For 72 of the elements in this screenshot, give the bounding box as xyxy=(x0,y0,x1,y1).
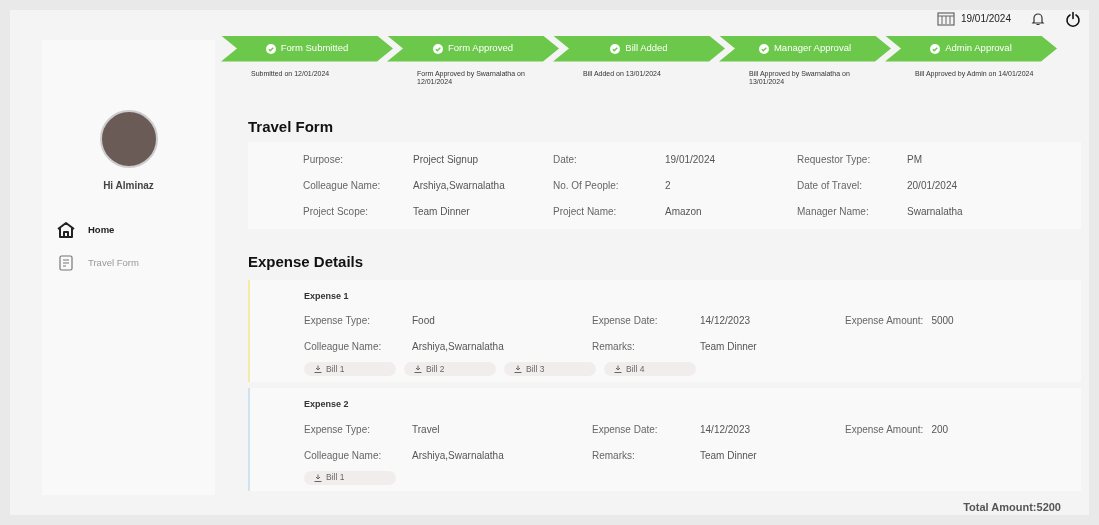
nav-link[interactable]: Home xyxy=(56,221,215,239)
download-icon xyxy=(414,365,422,373)
field-value: Team Dinner xyxy=(700,340,758,354)
field-label: Manager Name: xyxy=(797,205,870,219)
field-value: 5000 xyxy=(931,314,954,328)
section-title: Travel Form xyxy=(248,116,335,137)
expense-title: Expense 2 xyxy=(304,398,350,411)
field-value: Project Signup xyxy=(413,153,480,167)
field-label: No. Of People: xyxy=(553,179,620,193)
field-label: Expense Type: xyxy=(304,422,371,437)
field-label: Purpose: xyxy=(303,153,345,167)
field-value: Arshiya,Swarnalatha xyxy=(412,340,505,354)
download-icon xyxy=(314,473,322,482)
field-label: Remarks: xyxy=(592,340,636,354)
power-icon[interactable] xyxy=(1065,10,1081,27)
field-label: Expense Amount: xyxy=(845,314,924,328)
home-icon xyxy=(56,221,76,239)
field-value: Arshiya,Swarnalatha xyxy=(413,179,506,193)
field-label: Requestor Type: xyxy=(797,153,872,167)
bill-download-button[interactable]: Bill 1 xyxy=(304,470,396,485)
progress-step: Manager Approval xyxy=(719,35,891,62)
field-label: Expense Type: xyxy=(304,314,371,328)
field-label: Project Scope: xyxy=(303,205,370,219)
field-value: 14/12/2023 xyxy=(700,314,752,328)
field-label: Remarks: xyxy=(592,448,636,463)
expense-title: Expense 1 xyxy=(304,289,350,303)
progress-step: Bill Added xyxy=(553,35,725,62)
field-label: Colleague Name: xyxy=(303,179,382,193)
field-value: Team Dinner xyxy=(700,448,758,463)
notification-bell-icon[interactable] xyxy=(1031,11,1045,26)
greeting: Hi Alminaz xyxy=(103,179,154,193)
calendar-icon xyxy=(936,11,955,26)
progress-step: Admin Approval xyxy=(885,35,1057,62)
check-circle-icon xyxy=(433,43,443,54)
field-label: Date of Travel: xyxy=(797,179,864,193)
field-value: Team Dinner xyxy=(413,205,471,219)
check-circle-icon xyxy=(758,43,769,54)
field-label: Colleague Name: xyxy=(304,340,383,354)
bill-download-button[interactable]: Bill 3 xyxy=(504,362,596,376)
nav-link[interactable]: Travel Form xyxy=(56,255,215,271)
check-circle-icon xyxy=(930,43,941,54)
current-date: 19/01/2024 xyxy=(960,12,1011,27)
bill-download-button[interactable]: Bill 1 xyxy=(304,362,396,376)
field-value: Food xyxy=(412,314,436,328)
check-circle-icon xyxy=(265,43,276,54)
section-title: Expense Details xyxy=(248,252,365,272)
check-circle-icon xyxy=(610,43,621,54)
bill-download-button[interactable]: Bill 4 xyxy=(604,362,696,376)
field-label: Colleague Name: xyxy=(304,448,383,463)
download-icon xyxy=(614,365,622,373)
field-label: Expense Amount: xyxy=(845,422,924,437)
field-value: 19/01/2024 xyxy=(665,153,717,167)
progress-step: Form Submitted xyxy=(221,35,393,62)
field-label: Expense Date: xyxy=(592,314,659,328)
progress-step: Form Approved xyxy=(387,35,559,62)
download-icon xyxy=(514,365,522,373)
field-value: PM xyxy=(907,153,923,167)
field-label: Project Name: xyxy=(553,205,618,219)
bill-download-button[interactable]: Bill 2 xyxy=(404,362,496,376)
field-value: 200 xyxy=(931,422,949,437)
field-label: Expense Date: xyxy=(592,422,659,437)
field-label: Date: xyxy=(553,153,578,167)
field-value: Arshiya,Swarnalatha xyxy=(412,448,505,463)
total-amount: Total Amount:5200 xyxy=(963,499,1061,515)
field-value: 2 xyxy=(665,179,672,193)
field-value: Swarnalatha xyxy=(907,205,964,219)
field-value: Travel xyxy=(412,422,441,437)
download-icon xyxy=(314,365,322,373)
field-value: 20/01/2024 xyxy=(907,179,959,193)
field-value: 14/12/2023 xyxy=(700,422,752,437)
document-icon xyxy=(59,255,73,271)
field-value: Amazon xyxy=(665,205,703,219)
